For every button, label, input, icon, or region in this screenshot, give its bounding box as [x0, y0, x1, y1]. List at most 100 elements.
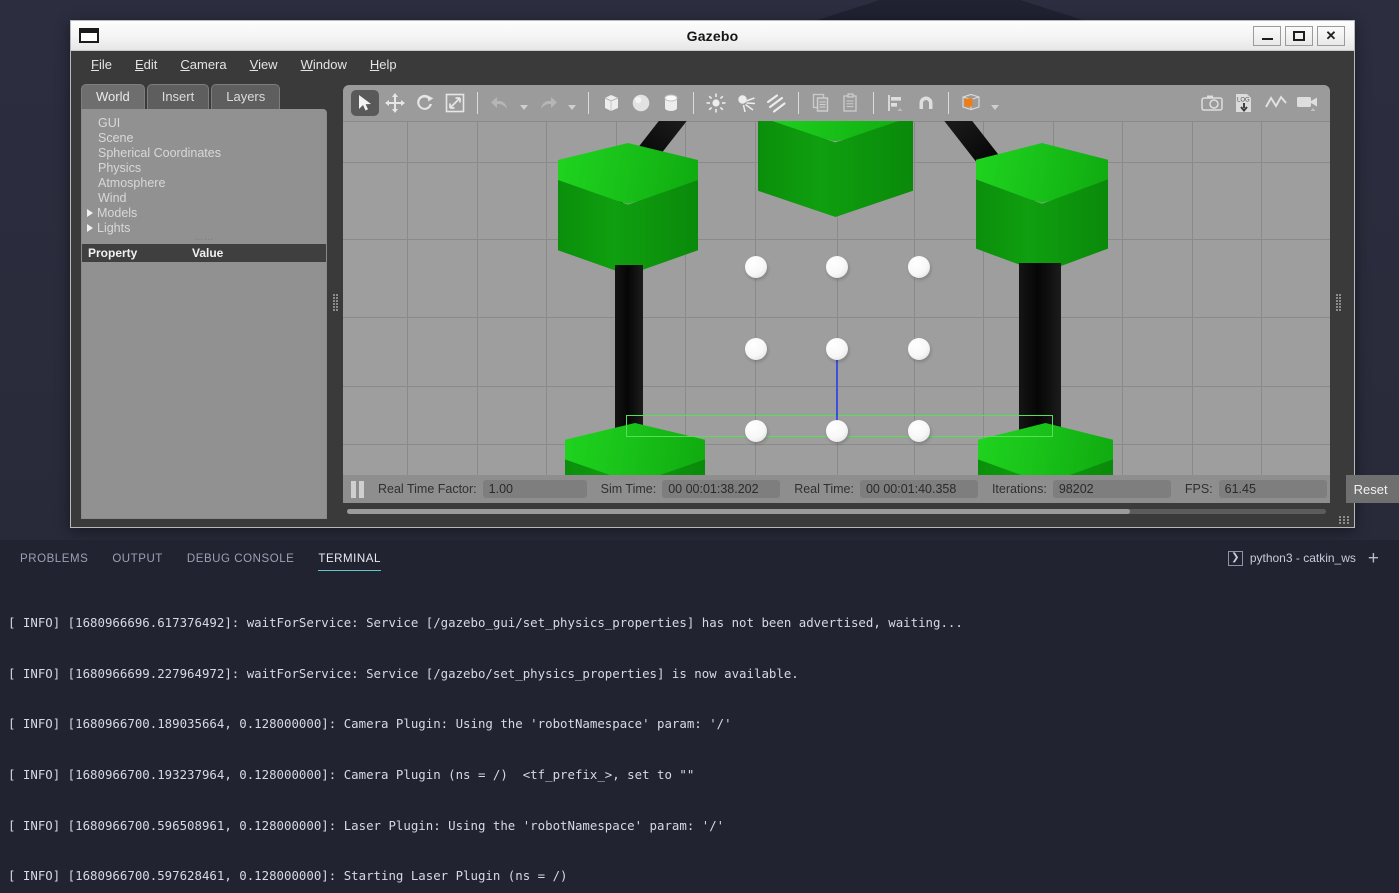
new-terminal-button[interactable]: +	[1368, 549, 1379, 568]
tab-insert[interactable]: Insert	[146, 84, 210, 109]
snap-tool[interactable]	[912, 90, 940, 116]
left-panel: World Insert Layers GUI Scene Spherical …	[81, 84, 327, 519]
chevron-right-icon[interactable]	[87, 223, 93, 232]
chevron-right-icon: ❯	[1227, 550, 1243, 566]
menu-edit[interactable]: Edit	[125, 54, 167, 75]
real-time-label: Real Time:	[794, 482, 854, 496]
record-video-tool[interactable]	[1294, 90, 1322, 116]
sim-time-value: 00 00:01:38.202	[662, 480, 781, 498]
menu-view-label: iew	[258, 56, 278, 72]
minimize-button[interactable]	[1253, 25, 1281, 46]
menu-view[interactable]: View	[240, 54, 288, 75]
property-table-body	[82, 262, 326, 518]
tree-item-lights[interactable]: Lights	[82, 220, 326, 235]
terminal-line: [ INFO] [1680966700.189035664, 0.1280000…	[8, 716, 732, 732]
sphere-marker	[826, 338, 848, 360]
pause-button[interactable]	[351, 480, 364, 498]
world-tree-panel: GUI Scene Spherical Coordinates Physics …	[81, 109, 327, 519]
plot-tool[interactable]	[1262, 90, 1290, 116]
tree-item-wind[interactable]: Wind	[82, 190, 326, 205]
menubar: File Edit Camera View Window Help	[71, 51, 1354, 77]
sphere-marker	[908, 256, 930, 278]
reset-button[interactable]: Reset	[1340, 475, 1399, 503]
align-tool[interactable]	[882, 90, 910, 116]
terminal-session-selector[interactable]: ❯ python3 - catkin_ws	[1227, 550, 1356, 566]
tab-output[interactable]: OUTPUT	[100, 543, 175, 574]
directional-light-tool[interactable]	[762, 90, 790, 116]
simulation-statusbar: Real Time Factor: 1.00 Sim Time: 00 00:0…	[343, 475, 1399, 503]
translate-tool[interactable]	[381, 90, 409, 116]
chevron-right-icon[interactable]	[87, 208, 93, 217]
tree-item-models[interactable]: Models	[82, 205, 326, 220]
world-tree: GUI Scene Spherical Coordinates Physics …	[82, 109, 326, 235]
tree-item-gui[interactable]: GUI	[82, 115, 326, 130]
real-time-factor-value: 1.00	[482, 480, 587, 498]
chevron-down-icon	[568, 105, 576, 110]
select-arrow-tool[interactable]	[351, 90, 379, 116]
tab-world[interactable]: World	[81, 84, 145, 109]
toolbar-right-group: LOG	[1198, 90, 1322, 116]
tree-item-physics-label: Physics	[98, 160, 142, 175]
menu-window[interactable]: Window	[291, 54, 357, 75]
scrollbar-thumb[interactable]	[347, 508, 1131, 514]
box-tool[interactable]	[597, 90, 625, 116]
render-column: LOG Real Time Factor: 1.00 Sim Time: 00 …	[343, 85, 1399, 519]
spot-light-tool[interactable]	[732, 90, 760, 116]
redo-tool[interactable]	[534, 90, 562, 116]
tree-item-spherical-coordinates-label: Spherical Coordinates	[98, 145, 221, 160]
change-view-tool[interactable]	[957, 90, 985, 116]
copy-tool[interactable]	[807, 90, 835, 116]
tab-terminal[interactable]: TERMINAL	[306, 543, 393, 574]
menu-help-label: elp	[379, 56, 397, 72]
terminal-line: [ INFO] [1680966700.596508961, 0.1280000…	[8, 817, 725, 833]
rotate-tool[interactable]	[411, 90, 439, 116]
viewport-scrollbar[interactable]	[343, 503, 1330, 519]
right-panel-splitter[interactable]	[1330, 85, 1346, 519]
undo-tool[interactable]	[486, 90, 514, 116]
menu-window-label: indow	[312, 56, 347, 72]
scrollbar-track[interactable]	[347, 508, 1326, 514]
sphere-marker	[908, 420, 930, 442]
terminal-session-label: python3 - catkin_ws	[1249, 551, 1356, 565]
chevron-down-icon	[991, 105, 999, 110]
sphere-tool[interactable]	[627, 90, 655, 116]
redo-dropdown[interactable]	[564, 90, 580, 116]
panel-splitter[interactable]	[327, 85, 343, 519]
scale-tool[interactable]	[441, 90, 469, 116]
tree-item-atmosphere[interactable]: Atmosphere	[82, 175, 326, 190]
close-button[interactable]: ✕	[1317, 25, 1345, 46]
tab-problems[interactable]: PROBLEMS	[8, 543, 100, 574]
view-dropdown[interactable]	[987, 90, 1003, 116]
menu-edit-label: dit	[143, 56, 158, 72]
terminal-panel: PROBLEMS OUTPUT DEBUG CONSOLE TERMINAL ❯…	[0, 540, 1399, 893]
window-resize-grip[interactable]	[1339, 512, 1351, 524]
log-tool[interactable]: LOG	[1230, 90, 1258, 116]
point-light-tool[interactable]	[702, 90, 730, 116]
3d-viewport[interactable]	[343, 121, 1330, 475]
tree-item-gui-label: GUI	[98, 115, 121, 130]
tree-item-physics[interactable]: Physics	[82, 160, 326, 175]
maximize-button[interactable]	[1285, 25, 1313, 46]
menu-file[interactable]: File	[81, 54, 122, 75]
paste-tool[interactable]	[837, 90, 865, 116]
toolbar-separator	[693, 92, 694, 114]
menu-camera[interactable]: Camera	[170, 54, 236, 75]
window-titlebar[interactable]: Gazebo ✕	[71, 21, 1354, 51]
terminal-line: [ INFO] [1680966700.193237964, 0.1280000…	[8, 766, 695, 782]
terminal-output[interactable]: [ INFO] [1680966696.617376492]: waitForS…	[0, 576, 1399, 893]
fps-value: 61.45	[1218, 480, 1327, 498]
screenshot-tool[interactable]	[1198, 90, 1226, 116]
tree-item-spherical-coordinates[interactable]: Spherical Coordinates	[82, 145, 326, 160]
cylinder-tool[interactable]	[657, 90, 685, 116]
iterations-label: Iterations:	[991, 482, 1047, 496]
tree-resize-grip[interactable]: ⋯⋯	[82, 235, 326, 244]
tree-item-scene[interactable]: Scene	[82, 130, 326, 145]
sphere-marker	[745, 338, 767, 360]
sim-time-label: Sim Time:	[600, 482, 657, 496]
menu-help[interactable]: Help	[360, 54, 407, 75]
svg-text:LOG: LOG	[1237, 98, 1250, 104]
sphere-marker	[826, 420, 848, 442]
tab-layers[interactable]: Layers	[211, 84, 281, 109]
undo-dropdown[interactable]	[516, 90, 532, 116]
tab-debug-console[interactable]: DEBUG CONSOLE	[175, 543, 306, 574]
